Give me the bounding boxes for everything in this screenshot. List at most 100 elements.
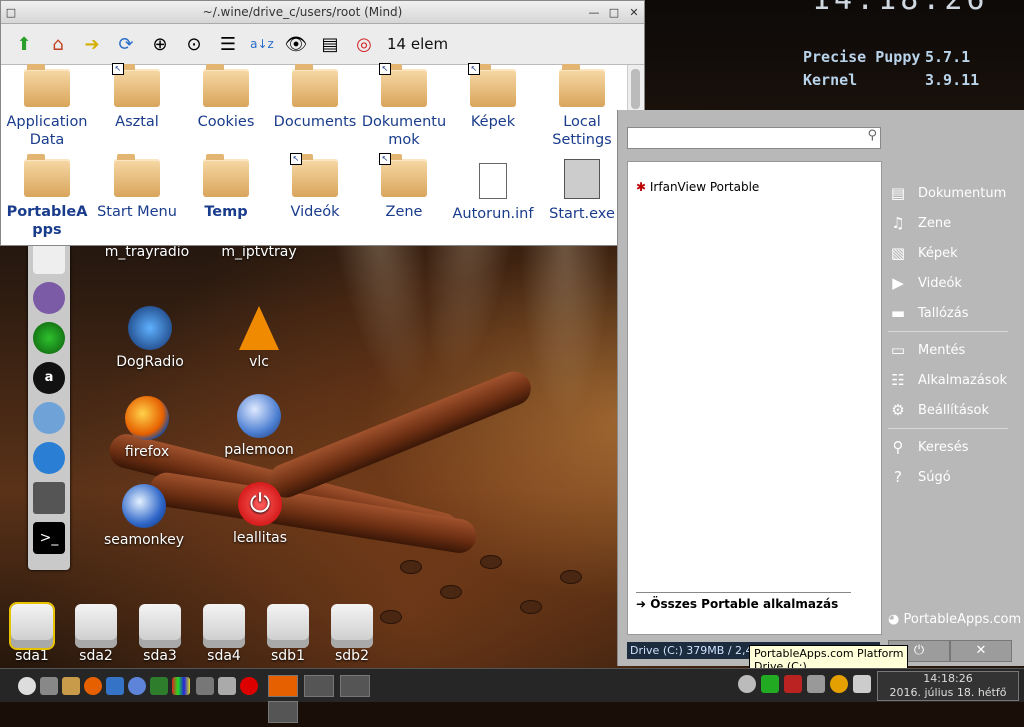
search-icon[interactable]: ⚲ <box>867 128 877 143</box>
help-icon[interactable]: ◎ <box>351 31 377 57</box>
zoom-fit-icon[interactable]: ⊙ <box>181 31 207 57</box>
search-input[interactable]: ⚲ <box>627 127 881 149</box>
gear-icon: ⚙ <box>891 401 905 419</box>
drive-sda3[interactable]: sda3 <box>135 604 185 664</box>
media-player-icon[interactable] <box>33 322 65 354</box>
monitor-icon[interactable] <box>807 675 825 693</box>
up-arrow-icon[interactable]: ⬆ <box>11 31 37 57</box>
menu-explore[interactable]: ▬ Tallózás <box>888 298 1008 328</box>
pidgin-icon[interactable] <box>33 282 65 314</box>
file-item[interactable]: ↖ Asztal <box>91 63 183 131</box>
task-button[interactable] <box>268 701 298 723</box>
list-view-icon[interactable]: ☰ <box>215 31 241 57</box>
drive-sda4[interactable]: sda4 <box>199 604 249 664</box>
desktop-icon-vlc[interactable]: vlc <box>204 306 314 370</box>
file-item[interactable]: ↖ Zene <box>358 153 450 221</box>
app-item-label: IrfanView Portable <box>649 180 760 194</box>
minimize-button[interactable]: — <box>584 6 604 19</box>
all-apps-label: Összes Portable alkalmazás <box>650 597 839 611</box>
menu-search[interactable]: ⚲ Keresés <box>888 432 1008 462</box>
home-icon[interactable]: ⌂ <box>45 31 71 57</box>
video-editor-icon[interactable] <box>33 402 65 434</box>
puppy-menu-icon[interactable] <box>18 677 36 695</box>
refresh-icon[interactable]: ⟳ <box>113 31 139 57</box>
go-icon[interactable]: ➔ <box>79 31 105 57</box>
file-item[interactable]: Start.exe <box>536 159 628 223</box>
shield-icon[interactable] <box>761 675 779 693</box>
menu-label: Súgó <box>918 469 951 485</box>
app-list: ✱ IrfanView Portable ➜ Összes Portable a… <box>627 161 882 635</box>
file-item[interactable]: Application Data <box>1 64 93 149</box>
drive-sdb2[interactable]: sdb2 <box>327 604 377 664</box>
folder-icon: ↖ <box>379 153 427 197</box>
desktop-icon-palemoon[interactable]: palemoon <box>204 394 314 458</box>
file-item[interactable]: Local Settings <box>536 64 628 149</box>
volume-icon[interactable] <box>853 675 871 693</box>
drive-sdb1[interactable]: sdb1 <box>263 604 313 664</box>
desktop-icon-leallitas[interactable]: ⏻ leallitas <box>205 482 315 546</box>
taskbar-clock[interactable]: 14:18:26 2016. július 18. hétfő <box>877 671 1019 701</box>
menu-help[interactable]: ? Súgó <box>888 462 1008 492</box>
file-manager-icon[interactable] <box>62 677 80 695</box>
portableapps-brand[interactable]: ◕ PortableApps.com <box>888 612 1021 627</box>
zoom-in-icon[interactable]: ⊕ <box>147 31 173 57</box>
window-menu-icon[interactable]: □ <box>1 6 21 19</box>
menu-settings[interactable]: ⚙ Beállítások <box>888 395 1008 425</box>
file-item[interactable]: Documents <box>269 64 361 131</box>
file-item[interactable]: ↖ Videók <box>269 153 361 221</box>
seamonkey-icon[interactable] <box>106 677 124 695</box>
close-menu-button[interactable]: ✕ <box>950 640 1012 662</box>
file-item[interactable]: ↖ Dokumentu mok <box>358 63 450 149</box>
menu-videos[interactable]: ▶ Videók <box>888 268 1008 298</box>
all-apps-link[interactable]: ➜ Összes Portable alkalmazás <box>636 597 838 611</box>
folder-icon <box>114 154 160 197</box>
palemoon-icon[interactable] <box>128 677 146 695</box>
close-button[interactable]: ✕ <box>624 6 644 19</box>
terminal-icon[interactable]: >_ <box>33 522 65 554</box>
drive-sda1[interactable]: sda1 <box>7 602 57 664</box>
color-picker-icon[interactable] <box>172 677 190 695</box>
task-button[interactable] <box>268 675 298 697</box>
file-item[interactable]: PortableA pps <box>1 154 93 239</box>
arrow-right-icon: ➜ <box>636 597 647 611</box>
task-button[interactable] <box>340 675 371 697</box>
details-view-icon[interactable]: ▤ <box>317 31 343 57</box>
network-icon[interactable] <box>784 675 802 693</box>
weather-icon[interactable] <box>830 675 848 693</box>
power-icon[interactable] <box>240 677 258 695</box>
firefox-icon[interactable] <box>84 677 102 695</box>
menu-music[interactable]: ♫ Zene <box>888 208 1008 238</box>
file-item[interactable]: Autorun.inf <box>447 159 539 223</box>
help-icon: ? <box>894 468 902 486</box>
file-name-line1: Start.exe <box>549 206 615 222</box>
file-item[interactable]: ↖ Képek <box>447 63 539 131</box>
calculator-icon[interactable] <box>33 482 65 514</box>
menu-pictures[interactable]: ▧ Képek <box>888 238 1008 268</box>
music-icon: ♫ <box>891 214 905 232</box>
file-item[interactable]: Temp <box>180 154 272 221</box>
desktop-icon[interactable] <box>40 677 58 695</box>
abiword-icon[interactable]: a <box>33 362 65 394</box>
scrollbar-thumb[interactable] <box>631 69 640 109</box>
menu-backup[interactable]: ▭ Mentés <box>888 335 1008 365</box>
file-item[interactable]: Cookies <box>180 64 272 131</box>
file-item[interactable]: Start Menu <box>91 154 183 221</box>
clapper-icon[interactable] <box>33 442 65 474</box>
menu-apps[interactable]: ☷ Alkalmazások <box>888 365 1008 395</box>
desktop-icon-dogradio[interactable]: DogRadio <box>95 306 205 370</box>
menu-documents[interactable]: ▤ Dokumentum <box>888 178 1008 208</box>
desktop-icon-seamonkey[interactable]: seamonkey <box>89 484 199 548</box>
app-icon[interactable] <box>150 677 168 695</box>
maximize-button[interactable]: □ <box>604 6 624 19</box>
app-item-irfanview[interactable]: ✱ IrfanView Portable <box>636 180 759 194</box>
title-bar[interactable]: □ ~/.wine/drive_c/users/root (Mind) — □ … <box>1 1 644 24</box>
task-button[interactable] <box>304 675 335 697</box>
portableapps-tray-icon[interactable] <box>738 675 756 693</box>
screenshot-icon[interactable] <box>218 677 236 695</box>
drive-sda2[interactable]: sda2 <box>71 604 121 664</box>
desktop-icon-firefox[interactable]: firefox <box>92 396 202 460</box>
drive-icon <box>9 602 55 650</box>
eye-icon[interactable]: 👁 <box>283 31 309 57</box>
camera-icon[interactable] <box>196 677 214 695</box>
sort-az-icon[interactable]: a↓z <box>249 31 275 57</box>
